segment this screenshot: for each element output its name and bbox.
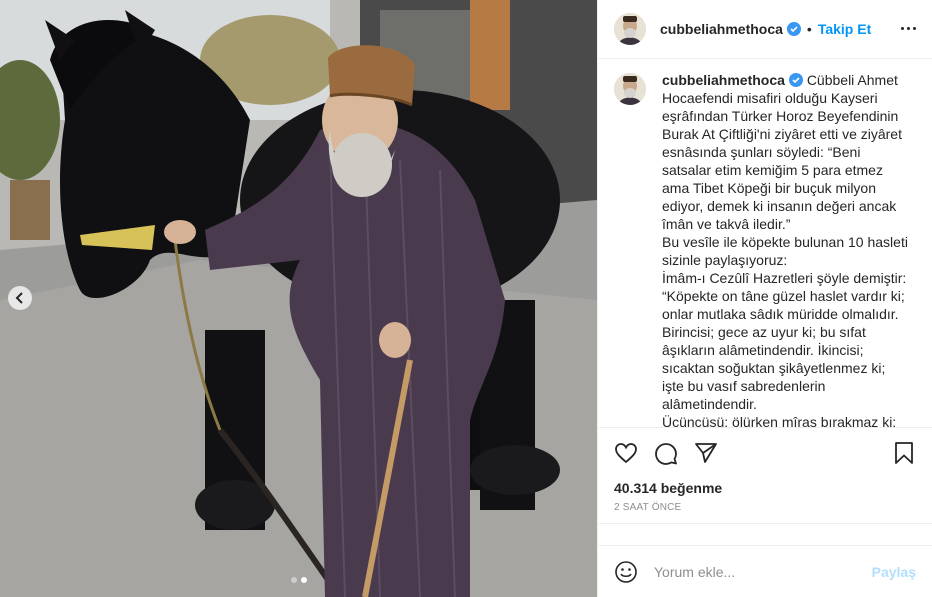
separator: •: [806, 20, 812, 37]
carousel-prev-button[interactable]: [8, 286, 32, 310]
post-modal: cubbeliahmethoca • Takip Et cubbeliahmet…: [0, 0, 932, 597]
save-button[interactable]: [892, 441, 916, 465]
caption-line: sizinle paylaşıyoruz:: [662, 251, 788, 268]
bookmark-icon: [895, 442, 913, 464]
post-actions: [598, 428, 932, 479]
comment-icon: [655, 443, 677, 465]
follow-button[interactable]: Takip Et: [818, 21, 871, 37]
caption-line: ama Tibet Köpeği bir buçuk milyon: [662, 179, 876, 196]
share-button[interactable]: [694, 441, 718, 465]
carousel-dot: [290, 577, 297, 583]
caption-area: cubbeliahmethoca Cübbeli Ahmet Hocaefend…: [598, 59, 932, 428]
caption-line: Burak At Çiftliği'ni ziyâret etti ve ziy…: [662, 125, 902, 142]
chevron-left-icon: [15, 292, 23, 304]
caption-line: âşıkların alâmetindendir. İkincisi;: [662, 341, 864, 358]
photo-man-with-horse: [0, 0, 597, 597]
caption-line: ediyor, demek ki insanın değeri ancak: [662, 197, 897, 214]
comment-button[interactable]: [654, 441, 678, 465]
caption-line: Üçüncüsü; ölürken mîras bırakmaz ki;: [662, 413, 897, 428]
verified-badge-icon: [788, 72, 803, 87]
more-options-icon[interactable]: [901, 27, 916, 31]
paper-plane-icon: [695, 443, 717, 463]
avatar[interactable]: [614, 12, 646, 45]
caption-line: sıcaktan soğuktan şikâyetlenmez ki;: [662, 359, 886, 376]
caption-line: İmâm-ı Cezûlî Hazretleri şöyle demiştir:: [662, 269, 907, 286]
caption-line: Birincisi; gece az uyur ki; bu sıfat: [662, 323, 866, 340]
like-count[interactable]: 40.314 beğenme: [598, 478, 932, 498]
emoji-button[interactable]: [614, 560, 638, 584]
comment-input[interactable]: [654, 563, 872, 580]
caption-line: îmân ve takvâ iledir.”: [662, 215, 791, 232]
caption-line: satsalar etim kemiğim 5 para etmez: [662, 161, 883, 178]
post-header: cubbeliahmethoca • Takip Et: [598, 0, 932, 59]
caption-line: “Köpekte on tâne güzel haslet vardır ki;: [662, 287, 905, 304]
post-photo[interactable]: [0, 0, 597, 597]
caption-text: cubbeliahmethoca Cübbeli Ahmet Hocaefend…: [662, 71, 908, 427]
caption-line: Bu vesîle ile köpekte bulunan 10 hasleti: [662, 233, 908, 250]
caption-line: işte bu vasıf sabredenlerin: [662, 377, 826, 394]
post-side-panel: cubbeliahmethoca • Takip Et cubbeliahmet…: [597, 0, 932, 597]
heart-icon: [615, 443, 637, 464]
verified-badge-icon: [786, 21, 801, 36]
caption-line: esnâsında şunları söyledi: “Beni: [662, 143, 861, 160]
comment-form: Paylaş: [598, 545, 932, 597]
caption-line: Hocaefendi misafiri olduğu Kayseri: [662, 89, 878, 106]
caption-line: onlar mutlaka sâdık müridde olmalıdır.: [662, 305, 899, 322]
like-button[interactable]: [614, 441, 638, 465]
caption-first-line: cubbeliahmethoca Cübbeli Ahmet: [662, 71, 908, 89]
caption-line: eşrâfından Türker Horoz Beyefendinin: [662, 107, 899, 124]
username[interactable]: cubbeliahmethoca: [660, 21, 783, 37]
avatar[interactable]: [614, 72, 646, 105]
caption-line: alâmetindendir.: [662, 395, 757, 412]
avatar-image: [614, 12, 646, 45]
post-comment-button[interactable]: Paylaş: [872, 564, 916, 580]
post-timestamp[interactable]: 2 SAAT ÖNCE: [598, 498, 932, 525]
avatar-image: [614, 72, 646, 105]
caption-username[interactable]: cubbeliahmethoca: [662, 72, 785, 88]
emoji-icon: [615, 560, 637, 583]
caption-line: Cübbeli Ahmet: [806, 71, 898, 88]
carousel-dot-active: [300, 577, 307, 583]
carousel-indicator: [0, 577, 597, 583]
